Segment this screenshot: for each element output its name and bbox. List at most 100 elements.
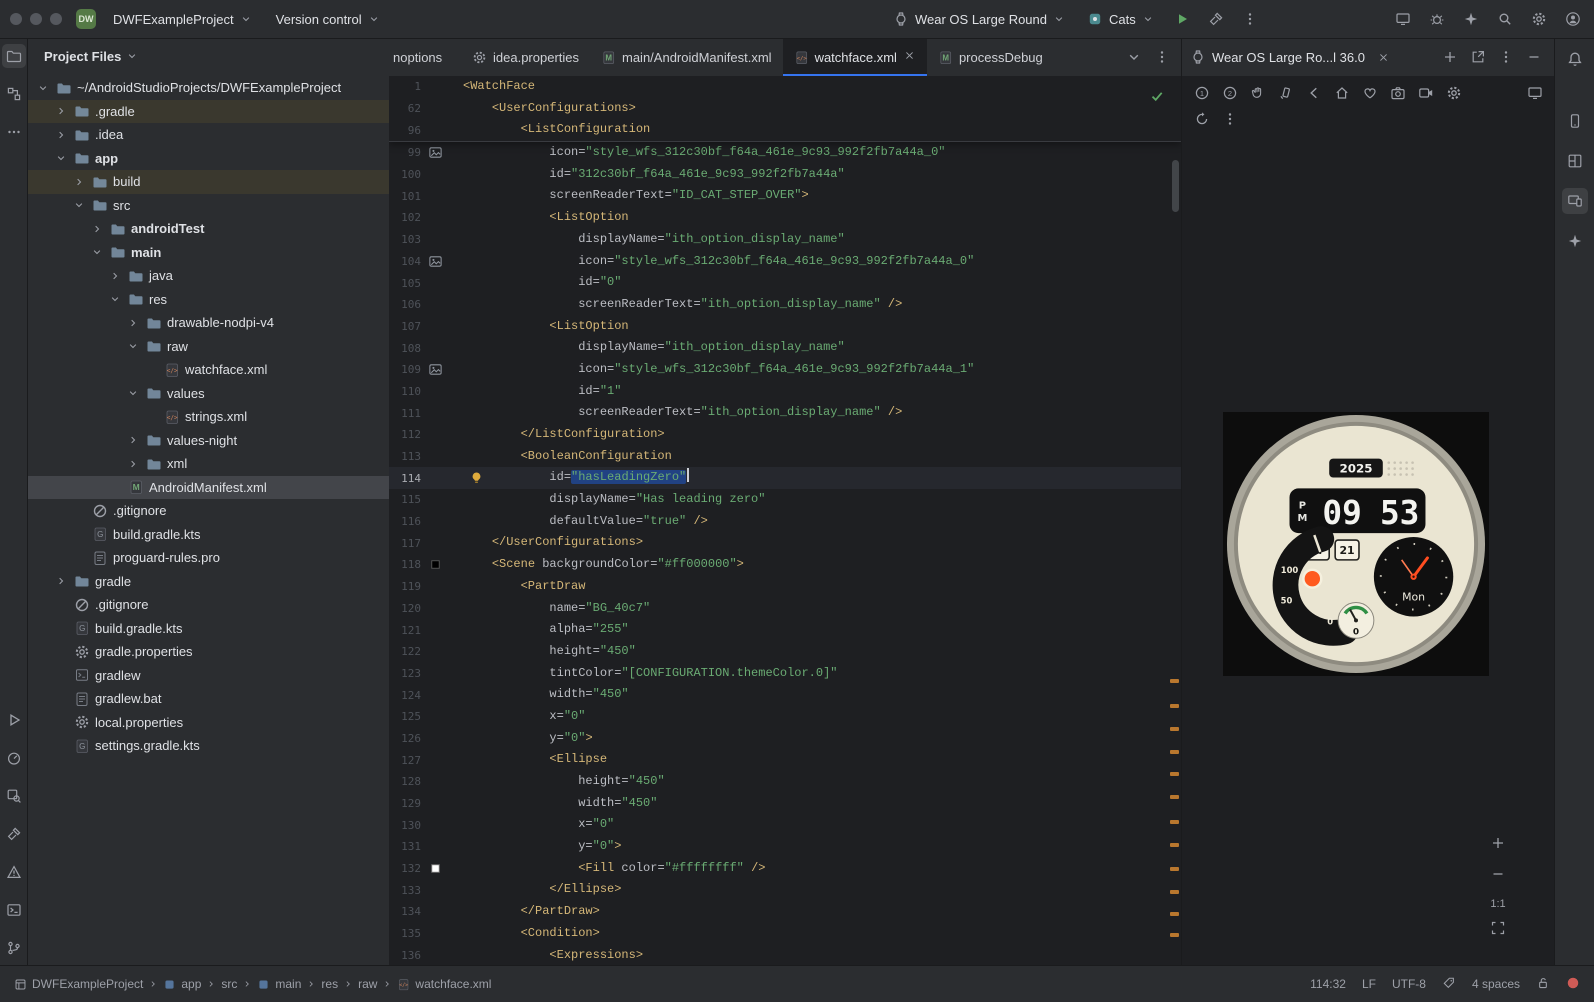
file-lock-widget[interactable] [1536,976,1550,993]
code-line[interactable]: 133 </Ellipse> [389,879,1181,901]
device-mirror-button[interactable] [1523,81,1547,105]
code-line[interactable]: 110 id="1" [389,381,1181,403]
code-line[interactable]: 96 <ListConfiguration [389,119,1181,141]
layout-inspector-button[interactable] [1562,148,1588,174]
analysis-marker[interactable] [1170,890,1179,894]
editor-tab[interactable]: noptions [389,38,461,76]
editor-tab[interactable]: </>watchface.xml [783,38,927,76]
code-line[interactable]: 130 x="0" [389,814,1181,836]
tree-item[interactable]: .gitignore [27,499,389,523]
close-window-button[interactable] [10,13,22,25]
settings-button[interactable] [1526,6,1552,32]
tree-item[interactable]: </>watchface.xml [27,358,389,382]
zoom-in-button[interactable] [1485,830,1511,856]
code-line[interactable]: 113 <BooleanConfiguration [389,446,1181,468]
editor-tab[interactable]: Mmain/AndroidManifest.xml [590,38,783,76]
screen-record-button[interactable] [1414,81,1438,105]
code-line[interactable]: 106 screenReaderText="ith_option_display… [389,294,1181,316]
zoom-out-button[interactable] [1485,861,1511,887]
device-manager-button[interactable] [1562,108,1588,134]
tree-item[interactable]: build [27,170,389,194]
chevron-right-icon[interactable] [55,575,67,587]
back-button[interactable] [1302,81,1326,105]
run-button[interactable] [2,708,26,732]
editor-tab[interactable]: MprocessDebug [927,38,1049,76]
tree-item[interactable]: gradle [27,570,389,594]
tree-item[interactable]: values [27,382,389,406]
chevron-down-icon[interactable] [37,82,49,94]
version-control-button[interactable] [2,936,26,960]
chevron-right-icon[interactable] [127,434,139,446]
tilt-button[interactable] [1274,81,1298,105]
search-button[interactable] [1492,6,1518,32]
tree-item[interactable]: drawable-nodpi-v4 [27,311,389,335]
chevron-right-icon[interactable] [55,129,67,141]
zoom-to-fit-button[interactable] [1485,915,1511,941]
code-line[interactable]: 121 alpha="255" [389,619,1181,641]
breadcrumb-item[interactable]: DWFExampleProject [32,977,143,991]
tree-item[interactable]: java [27,264,389,288]
tree-item[interactable]: proguard-rules.pro [27,546,389,570]
gemini-button[interactable] [1562,228,1588,254]
notifications-button[interactable] [1562,46,1588,72]
code-line[interactable]: 107 <ListOption [389,316,1181,338]
tree-item[interactable]: raw [27,335,389,359]
button1-button[interactable]: 1 [1190,81,1214,105]
zoom-reset-button[interactable]: 1:1 [1490,898,1505,910]
editor-scrollbar[interactable] [1172,160,1179,212]
tree-item[interactable]: Gbuild.gradle.kts [27,617,389,641]
heart-rate-button[interactable] [1358,81,1382,105]
analysis-marker[interactable] [1170,820,1179,824]
code-line[interactable]: 114 id="hasLeadingZero" [389,467,1181,489]
code-line[interactable]: 108 displayName="ith_option_display_name… [389,337,1181,359]
tab-options-button[interactable] [1149,44,1175,70]
code-line[interactable]: 1<WatchFace [389,76,1181,98]
user-avatar[interactable] [1560,6,1586,32]
tree-item[interactable]: main [27,241,389,265]
tree-item[interactable]: .gradle [27,100,389,124]
code-line[interactable]: 115 displayName="Has leading zero" [389,489,1181,511]
tree-item[interactable]: .idea [27,123,389,147]
code-line[interactable]: 132 <Fill color="#ffffffff" /> [389,858,1181,880]
file-tags-widget[interactable] [1442,976,1456,993]
structure-button[interactable] [2,82,26,106]
tree-item[interactable]: values-night [27,429,389,453]
problems-button[interactable] [2,860,26,884]
notification-badge[interactable] [1566,976,1580,993]
code-line[interactable]: 62 <UserConfigurations> [389,98,1181,120]
minimize-window-button[interactable] [30,13,42,25]
breadcrumb-item[interactable]: main [275,977,301,991]
build-button[interactable] [1203,6,1229,32]
analysis-marker[interactable] [1170,912,1179,916]
code-line[interactable]: 124 width="450" [389,684,1181,706]
code-line[interactable]: 99 icon="style_wfs_312c30bf_f64a_461e_9c… [389,142,1181,164]
project-menu[interactable]: DWFExampleProject [106,9,259,30]
analysis-marker[interactable] [1170,867,1179,871]
chevron-down-icon[interactable] [127,387,139,399]
caret-position[interactable]: 114:32 [1310,977,1346,991]
tree-item[interactable]: gradlew [27,664,389,688]
tree-item[interactable]: androidTest [27,217,389,241]
tree-item[interactable]: .gitignore [27,593,389,617]
tree-item[interactable]: Gsettings.gradle.kts [27,734,389,758]
code-line[interactable]: 122 height="450" [389,641,1181,663]
tree-item[interactable]: MAndroidManifest.xml [27,476,389,500]
chevron-down-icon[interactable] [127,340,139,352]
intention-bulb[interactable] [469,470,484,488]
code-line[interactable]: 103 displayName="ith_option_display_name… [389,229,1181,251]
version-control-menu[interactable]: Version control [269,9,387,30]
close-tab-button[interactable] [903,49,916,65]
run-button[interactable] [1169,6,1195,32]
code-line[interactable]: 116 defaultValue="true" /> [389,511,1181,533]
tree-item[interactable]: </>strings.xml [27,405,389,429]
chevron-right-icon[interactable] [109,270,121,282]
code-line[interactable]: 109 icon="style_wfs_312c30bf_f64a_461e_9… [389,359,1181,381]
analysis-marker[interactable] [1170,795,1179,799]
zoom-window-button[interactable] [50,13,62,25]
line-separator[interactable]: LF [1362,977,1376,991]
code-editor[interactable]: 1<WatchFace62 <UserConfigurations>96 <Li… [389,76,1181,966]
settings-button[interactable] [1442,81,1466,105]
device-screen[interactable]: 2025 P M 09 53 Jul 21 Mon [1223,412,1489,676]
chevron-down-icon[interactable] [91,246,103,258]
analysis-marker[interactable] [1170,750,1179,754]
